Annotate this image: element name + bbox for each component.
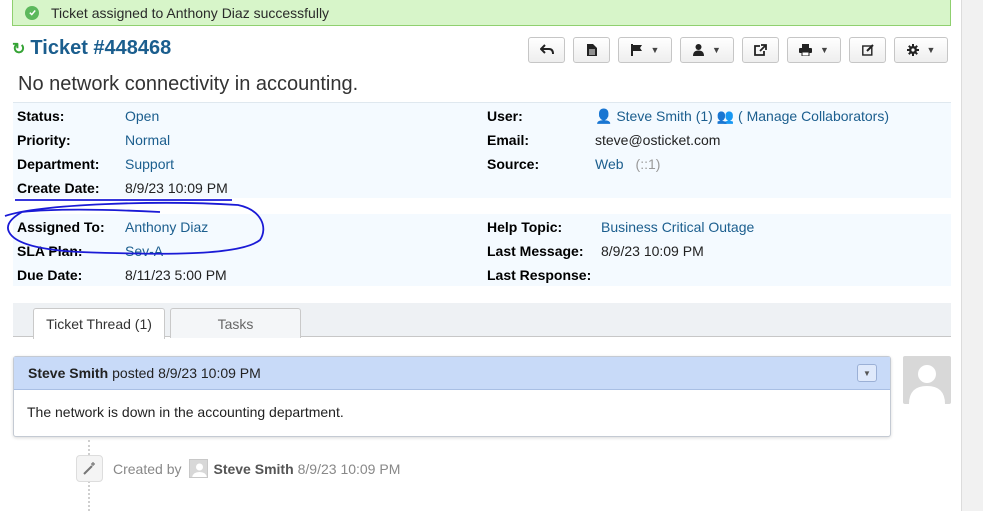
event-prefix: Created by	[113, 460, 182, 477]
settings-button[interactable]: ▼	[894, 37, 948, 63]
thread-body: The network is down in the accounting de…	[27, 404, 344, 420]
source-text: Web	[595, 156, 624, 172]
ticket-toolbar: ▼ ▼ ▼ ▼	[528, 37, 948, 63]
priority-value: Normal	[125, 132, 171, 148]
tab-ticket-thread[interactable]: Ticket Thread (1)	[33, 308, 165, 339]
edit-button[interactable]	[849, 37, 886, 63]
user-link[interactable]: Steve Smith (1)	[616, 108, 712, 124]
flag-icon	[630, 44, 642, 56]
thread-author: Steve Smith	[28, 365, 109, 381]
chevron-down-icon: ▼	[712, 45, 721, 55]
source-ip: (::1)	[635, 156, 661, 172]
assign-button[interactable]: ▼	[680, 37, 734, 63]
sla-plan-label: SLA Plan:	[17, 243, 83, 259]
thread-options-dropdown[interactable]: ▼	[857, 364, 877, 382]
email-value: steve@osticket.com	[595, 132, 721, 148]
create-date-value: 8/9/23 10:09 PM	[125, 180, 228, 196]
thread-tabs: Ticket Thread (1) Tasks	[13, 303, 951, 339]
user-value: 👤 Steve Smith (1) 👥 ( Manage Collaborato…	[595, 108, 889, 125]
back-button[interactable]	[528, 37, 565, 63]
email-label: Email:	[487, 132, 530, 148]
success-notice: Ticket assigned to Anthony Diaz successf…	[12, 0, 951, 26]
last-message-value: 8/9/23 10:09 PM	[601, 243, 704, 259]
thread-entry: Steve Smith posted 8/9/23 10:09 PM ▼ The…	[13, 356, 891, 437]
avatar	[189, 459, 209, 478]
ticket-subject: No network connectivity in accounting.	[18, 73, 359, 95]
status-label: Status:	[17, 108, 65, 124]
source-label: Source:	[487, 156, 540, 172]
event-author: Steve Smith	[213, 460, 294, 477]
ticket-number[interactable]: Ticket #448468	[30, 37, 171, 60]
thread-entry-header: Steve Smith posted 8/9/23 10:09 PM ▼	[14, 357, 890, 390]
assigned-to-label: Assigned To:	[17, 219, 105, 235]
chevron-down-icon: ▼	[926, 45, 936, 55]
due-date-label: Due Date:	[17, 267, 83, 283]
created-event: Created by Steve Smith 8/9/23 10:09 PM	[76, 455, 400, 482]
user-icon: 👤	[595, 108, 613, 124]
due-date-value: 8/11/23 5:00 PM	[125, 267, 227, 283]
create-date-label: Create Date:	[17, 180, 100, 196]
avatar	[903, 356, 951, 404]
magic-wand-icon	[76, 455, 103, 482]
ticket-title[interactable]: ↻ Ticket #448468	[12, 37, 171, 60]
last-message-label: Last Message:	[487, 243, 584, 259]
edit-icon	[861, 44, 874, 56]
event-time: 8/9/23 10:09 PM	[297, 460, 401, 477]
flag-button[interactable]: ▼	[618, 37, 672, 63]
print-button[interactable]: ▼	[787, 37, 841, 63]
back-arrow-icon	[539, 44, 554, 55]
assigned-to-value[interactable]: Anthony Diaz	[125, 219, 208, 235]
gear-icon	[906, 44, 919, 56]
manage-collaborators-link[interactable]: ( Manage Collaborators)	[738, 108, 889, 124]
post-note-button[interactable]	[573, 37, 610, 63]
collaborators-icon: 👥	[716, 108, 735, 124]
chevron-down-icon: ▼	[650, 45, 660, 55]
user-icon	[693, 44, 705, 56]
transfer-button[interactable]	[742, 37, 779, 63]
check-circle-icon	[25, 5, 39, 20]
document-icon	[586, 44, 597, 56]
refresh-icon[interactable]: ↻	[12, 39, 25, 59]
source-value: Web (::1)	[595, 156, 660, 172]
share-icon	[754, 44, 767, 56]
print-icon	[799, 44, 813, 56]
department-label: Department:	[17, 156, 100, 172]
help-topic-label: Help Topic:	[487, 219, 563, 235]
sla-plan-value: Sev-A	[125, 243, 164, 259]
priority-label: Priority:	[17, 132, 71, 148]
user-label: User:	[487, 108, 523, 124]
help-topic-value: Business Critical Outage	[601, 219, 755, 235]
scrollbar[interactable]	[961, 0, 983, 511]
notice-text: Ticket assigned to Anthony Diaz successf…	[51, 4, 330, 21]
chevron-down-icon: ▼	[820, 45, 829, 55]
status-value: Open	[125, 108, 160, 124]
ticket-info-secondary: Assigned To: Anthony Diaz Help Topic: Bu…	[13, 214, 951, 286]
department-value: Support	[125, 156, 175, 172]
tab-tasks[interactable]: Tasks	[170, 308, 301, 338]
last-response-label: Last Response:	[487, 267, 592, 283]
thread-posted: posted 8/9/23 10:09 PM	[112, 365, 261, 381]
ticket-info-primary: Status: Open User: 👤 Steve Smith (1) 👥 (…	[13, 102, 951, 198]
